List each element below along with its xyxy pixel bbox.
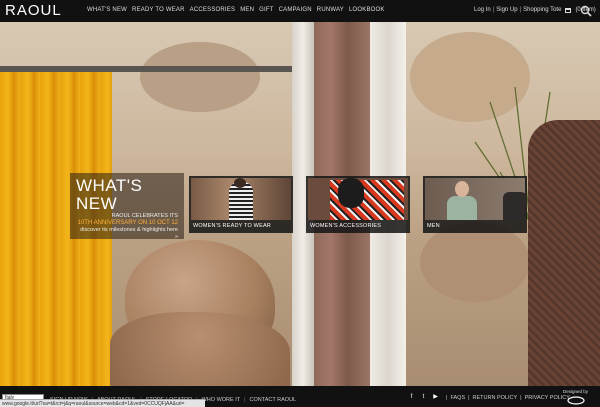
background-rock [420, 222, 530, 302]
nav-runway[interactable]: RUNWAY [317, 7, 344, 13]
nav-gift[interactable]: GIFT [259, 7, 273, 13]
background-rock [140, 42, 260, 112]
social-icons: f t ▶ [408, 394, 439, 401]
separator: | [468, 395, 470, 401]
youtube-icon[interactable]: ▶ [432, 394, 439, 401]
return-policy-link[interactable]: RETURN POLICY [473, 395, 518, 401]
nav-ready-to-wear[interactable]: READY TO WEAR [132, 7, 185, 13]
promo-line: RAOUL CELEBRATES ITS [111, 213, 178, 219]
separator: | [519, 7, 522, 13]
separator: | [492, 7, 495, 13]
top-nav-bar: RAOUL WHAT'S NEW READY TO WEAR ACCESSORI… [0, 0, 600, 22]
designer-logo-icon[interactable] [566, 396, 586, 405]
faqs-link[interactable]: FAQS [450, 395, 465, 401]
tile-image [191, 178, 291, 220]
whats-new-promo[interactable]: WHAT'S NEW RAOUL CELEBRATES ITS 10TH ANN… [70, 173, 184, 241]
account-links: Log In | Sign Up | Shopping Tote (0 item… [474, 7, 596, 13]
separator: | [244, 397, 246, 403]
designed-by-label: Designed by [563, 389, 589, 394]
nav-lookbook[interactable]: LOOKBOOK [349, 7, 385, 13]
promo-anniversary: 10TH ANNIVERSARY ON 10 OCT 12 [77, 220, 178, 226]
tile-caption: WOMEN'S READY TO WEAR [193, 223, 271, 229]
nav-campaign[interactable]: CAMPAIGN [279, 7, 312, 13]
separator: | [446, 395, 448, 401]
main-nav: WHAT'S NEW READY TO WEAR ACCESSORIES MEN… [87, 7, 385, 13]
shopping-tote-link[interactable]: Shopping Tote [523, 7, 561, 13]
footer-right-links: | FAQS | RETURN POLICY | PRIVACY POLICY [446, 395, 570, 401]
tile-caption: WOMEN'S ACCESSORIES [310, 223, 382, 229]
search-icon[interactable] [580, 5, 592, 17]
signup-link[interactable]: Sign Up [496, 7, 517, 13]
privacy-policy-link[interactable]: PRIVACY POLICY [525, 395, 570, 401]
tile-image [425, 178, 525, 220]
tile-womens-accessories[interactable]: WOMEN'S ACCESSORIES [306, 176, 410, 233]
tile-caption: MEN [427, 223, 440, 229]
twitter-icon[interactable]: t [420, 394, 427, 401]
logo[interactable]: RAOUL [5, 2, 62, 19]
tile-image [308, 178, 408, 220]
nav-accessories[interactable]: ACCESSORIES [190, 7, 236, 13]
facebook-icon[interactable]: f [408, 394, 415, 401]
boulder [110, 312, 290, 386]
footer-contact-link[interactable]: CONTACT RAOUL [250, 397, 297, 403]
tile-men[interactable]: MEN [423, 176, 527, 233]
shopping-bag-icon[interactable] [565, 7, 572, 13]
footer-who-wore-it-link[interactable]: WHO WORE IT [202, 397, 241, 403]
promo-discover-link[interactable]: discover its milestones & highlights her… [76, 227, 178, 241]
login-link[interactable]: Log In [474, 7, 491, 13]
separator: | [520, 395, 522, 401]
promo-title: WHAT'S NEW [76, 176, 143, 213]
browser-status-bar: www.google.it/url?sa=t&rct=j&q=raoul&sou… [0, 399, 205, 407]
nav-whats-new[interactable]: WHAT'S NEW [87, 7, 127, 13]
model-jacket [528, 120, 600, 386]
tile-womens-ready-to-wear[interactable]: WOMEN'S READY TO WEAR [189, 176, 293, 233]
nav-men[interactable]: MEN [240, 7, 254, 13]
